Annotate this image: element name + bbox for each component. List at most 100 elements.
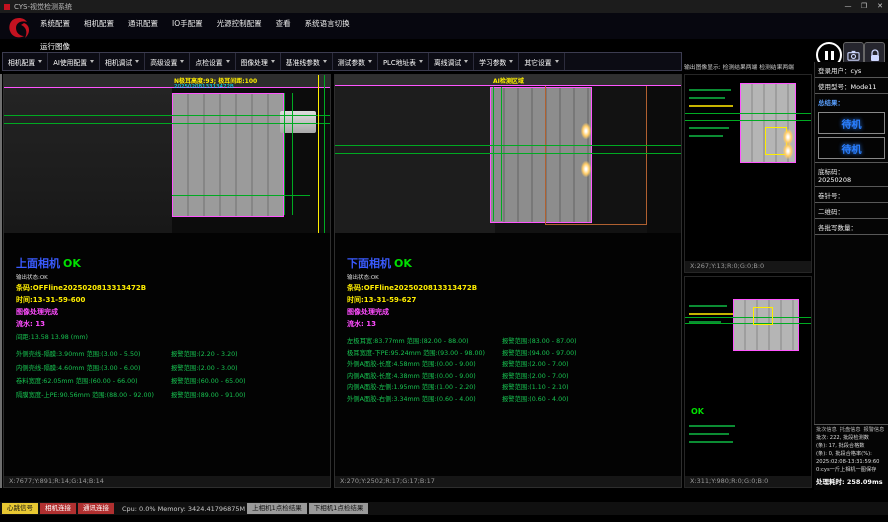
result-text-line — [689, 89, 731, 91]
measurement-alarm: 报警范围:(2.00 - 3.00) — [171, 362, 238, 376]
stats-panel: 批次信息 托盘信息 报警信息 批次: 222, 批段检测数 (条): 17, 批… — [814, 424, 888, 490]
tab-label: AI使用配置 — [53, 57, 87, 67]
menu-item[interactable]: 查看 — [276, 18, 291, 29]
chevron-down-icon — [323, 60, 327, 63]
overlay-line — [335, 153, 681, 154]
measurement-value: 外侧A面胶-长度:4.58mm 范围:(0.00 - 9.00) — [347, 359, 502, 371]
result-display-top: 待机 — [818, 112, 885, 134]
menu-item[interactable]: IO手配置 — [172, 18, 203, 29]
menu-item[interactable]: 系统配置 — [40, 18, 70, 29]
close-button[interactable]: ✕ — [872, 0, 888, 13]
bottom-camera-check-button[interactable]: 下相机1点检结果 — [309, 503, 369, 514]
overlay-line — [324, 75, 325, 233]
overlay-barcode: 2025020813313472B — [174, 84, 234, 90]
thumbnail-bottom[interactable]: OK X:311;Y:980;R:0;G:0;B:0 — [684, 276, 812, 488]
thumbnail-column: 输出图像显示: 检测结果两端 检测结果两端 X:267;Y:13;R:0;G:0… — [684, 62, 812, 490]
measurement-row: 外侧A面胶-长度:4.58mm 范围:(0.00 - 9.00)报警范围:(2.… — [347, 359, 681, 371]
toolbar-tab[interactable]: 相机配置 — [3, 53, 48, 70]
chevron-down-icon — [271, 60, 275, 63]
tab-label: 点检设置 — [195, 57, 222, 67]
elapsed-time: 处理耗时: 258.09ms — [816, 476, 886, 486]
measurement-alarm: 报警范围:(2.20 - 3.20) — [171, 348, 238, 362]
toolbar-tab[interactable]: 其它设置 — [519, 53, 564, 70]
batch-code-label: 底标码： — [818, 168, 844, 176]
stats-tab[interactable]: 报警信息 — [864, 426, 885, 433]
camera-left-results: 上面相机OK 输出状态:OK 条码:OFFline202502081331347… — [4, 233, 330, 402]
toolbar-tab[interactable]: 相机调试 — [100, 53, 145, 70]
menu-item[interactable]: 通讯配置 — [128, 18, 158, 29]
overlay-line — [4, 115, 330, 116]
status-bar: 心跳信号 相机连接 通讯连接 Cpu: 0.0% Memory: 3424.41… — [0, 502, 888, 515]
login-value: cys — [851, 67, 862, 75]
menu-item[interactable]: 系统语言切换 — [305, 18, 350, 29]
tab-label: 学习参数 — [479, 57, 506, 67]
overlay-line — [501, 87, 502, 221]
toolbar-tab[interactable]: 基准线参数 — [281, 53, 333, 70]
measurement-alarm: 报警范围:(2.00 - 7.00) — [502, 359, 569, 371]
stats-line: (条): 17, 批段合格数 — [816, 442, 886, 450]
toolbar-tab[interactable]: 图像处理 — [236, 53, 281, 70]
measurement-row: 卷料宽度:62.05mm 范围:(60.00 - 66.00)报警范围:(60.… — [16, 375, 330, 389]
measurement-row: 外侧A面胶-右侧:3.34mm 范围:(0.60 - 4.00)报警范围:(0.… — [347, 394, 681, 406]
toolbar-tab[interactable]: PLC地址表 — [378, 53, 429, 70]
camera-name: 上面相机 — [16, 257, 60, 270]
comm-connection-indicator: 通讯连接 — [78, 503, 114, 514]
camera-right-view[interactable]: AI检测区域 — [335, 75, 681, 233]
toolbar-tab[interactable]: AI使用配置 — [48, 53, 100, 70]
stats-tab[interactable]: 批次信息 — [816, 426, 837, 433]
app-icon — [4, 4, 10, 10]
stats-line: 2025:02:08-13:31:59:60 — [816, 458, 886, 466]
heartbeat-indicator: 心跳信号 — [2, 503, 38, 514]
toolbar-tab[interactable]: 高级设置 — [145, 53, 190, 70]
process-line: 图像处理完成 — [347, 307, 681, 317]
brand-logo-icon — [4, 15, 34, 45]
overlay-line — [4, 87, 330, 88]
stats-tab[interactable]: 托盘信息 — [840, 426, 861, 433]
lock-icon — [869, 49, 881, 62]
camera-left-view[interactable]: N极耳高度:93; 极耳间距:100 2025020813313472B — [4, 75, 330, 233]
count-row: 各批写数量： — [815, 219, 888, 235]
result-text-line — [689, 321, 721, 323]
top-camera-check-button[interactable]: 上相机1点检结果 — [247, 503, 307, 514]
overlay-line — [685, 317, 811, 318]
chevron-down-icon — [419, 60, 423, 63]
product-cell — [172, 93, 284, 217]
thumbnail-top[interactable]: X:267;Y:13;R:0;G:0;B:0 — [684, 74, 812, 273]
toolbar-tab[interactable]: 测试参数 — [333, 53, 378, 70]
chevron-down-icon — [135, 60, 139, 63]
maximize-button[interactable]: ❐ — [856, 0, 872, 13]
toolbar-tab[interactable]: 学习参数 — [474, 53, 519, 70]
menu-item[interactable]: 光源控制配置 — [217, 18, 262, 29]
toolbar-tab[interactable]: 点检设置 — [190, 53, 235, 70]
measurement-value: 内侧壳线-隔膜:4.60mm 范围:(3.00 - 6.00) — [16, 362, 171, 376]
batch-code-row: 底标码：20250208 — [815, 162, 888, 187]
output-status: 输出状态:OK — [347, 273, 681, 281]
process-line: 图像处理完成 — [16, 307, 330, 317]
machine-block — [335, 85, 495, 233]
machine-column — [647, 85, 681, 233]
info-panel: 登录用户：cys 使用型号：Mode11 总结果： 待机 待机 底标码：2025… — [814, 62, 888, 424]
menu-item[interactable]: 相机配置 — [84, 18, 114, 29]
toolbar-tabs: 相机配置 AI使用配置 相机调试 高级设置 点检设置 图像处理 基准线参数 测试… — [2, 52, 682, 71]
tab-label: 图像处理 — [241, 57, 268, 67]
title-bar: CYS-视觉检测系统 — ❐ ✕ — [0, 0, 888, 13]
toolbar-tab[interactable]: 离线调试 — [429, 53, 474, 70]
measurement-alarm: 报警范围:(83.00 - 87.00) — [502, 336, 577, 348]
window-controls: — ❐ ✕ — [840, 0, 888, 13]
camera-name: 下面相机 — [347, 257, 391, 270]
tab-label: 基准线参数 — [286, 57, 320, 67]
camera-connection-indicator: 相机连接 — [40, 503, 76, 514]
stats-tabs: 批次信息 托盘信息 报警信息 — [816, 426, 886, 433]
minimize-button[interactable]: — — [840, 0, 856, 13]
measurement-table: 左极耳宽:83.77mm 范围:(82.00 - 88.00)报警范围:(83.… — [347, 336, 681, 405]
measurement-row: 内侧A面胶-长度:4.38mm 范围:(0.00 - 9.00)报警范围:(2.… — [347, 371, 681, 383]
time-line: 时间:13-31-59-600 — [16, 295, 330, 305]
stats-line: 批次: 222, 批段检测数 — [816, 434, 886, 442]
camera-left-panel: N极耳高度:93; 极耳间距:100 2025020813313472B 上面相… — [3, 74, 331, 488]
ai-region-label: AI检测区域 — [493, 76, 524, 85]
result-text-line — [689, 433, 729, 435]
measurement-value: 内侧A面胶-左侧:1.95mm 范围:(1.00 - 2.20) — [347, 382, 502, 394]
qr-label: 二维码： — [818, 208, 844, 216]
overlay-line — [318, 75, 319, 233]
pause-icon — [831, 51, 834, 60]
